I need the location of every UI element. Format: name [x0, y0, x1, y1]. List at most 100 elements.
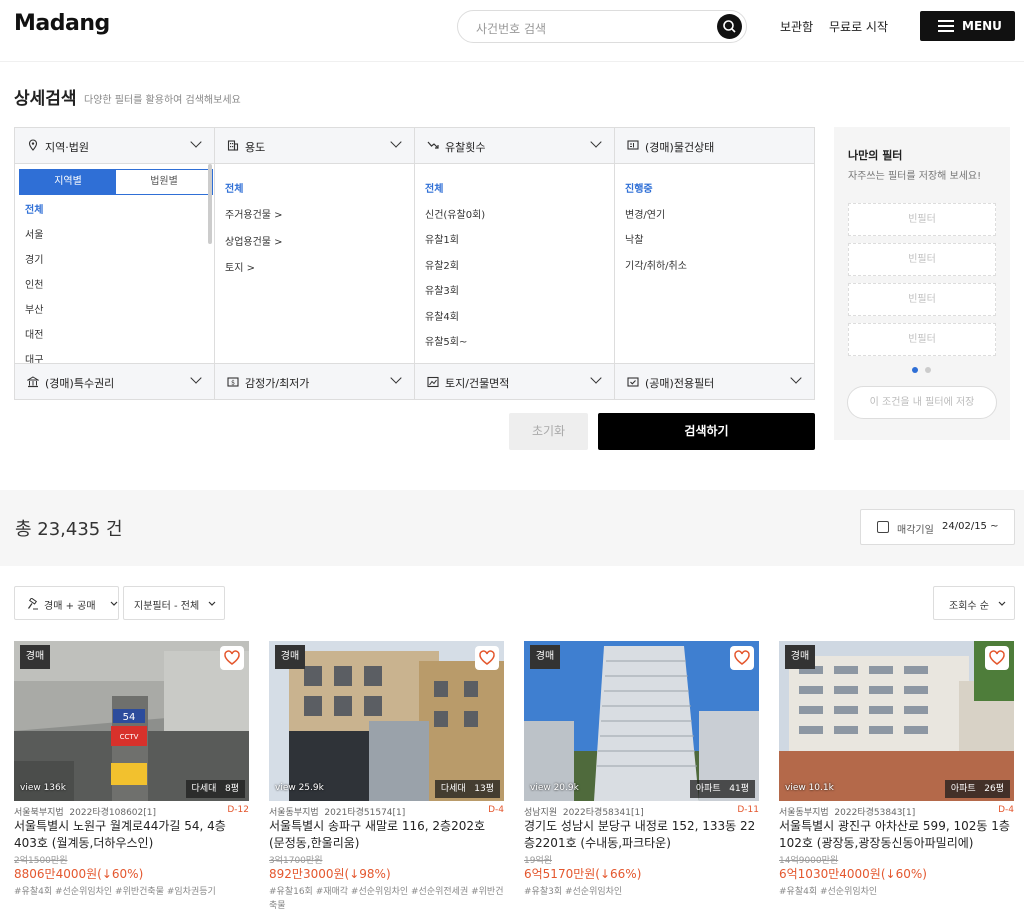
region-item[interactable]: 대전	[25, 326, 43, 341]
region-item[interactable]: 부산	[25, 301, 43, 316]
region-item[interactable]: 인천	[25, 276, 43, 291]
chevron-down-icon	[390, 136, 402, 148]
filter-region-label: 지역·법원	[45, 141, 89, 154]
listing-address[interactable]: 서울특별시 송파구 새말로 116, 2층202호 (문정동,한울리움)	[269, 818, 504, 852]
svg-text:54: 54	[123, 712, 136, 723]
chevron-down-icon	[208, 601, 216, 606]
listing-tags: #유찰3회 #선순위임차인	[524, 887, 623, 897]
status-item[interactable]: 진행중	[625, 180, 653, 195]
share-filter-label: 지분필터 - 전체	[134, 601, 200, 612]
region-tab-toggle[interactable]: 지역별 법원별	[19, 169, 213, 195]
minimum-price: 8806만4000원(↓60%)	[14, 867, 144, 881]
listing-tags: #유찰4회 #선순위임차인 #위반건축물 #임차권등기	[14, 887, 216, 897]
case-search-input[interactable]: 사건번호 검색	[457, 10, 747, 43]
my-filter-slot[interactable]: 빈필터	[848, 203, 996, 236]
favorite-button[interactable]	[985, 646, 1009, 670]
chevron-down-icon	[998, 601, 1006, 606]
heart-icon	[224, 650, 240, 665]
listing-address[interactable]: 서울특별시 광진구 아차산로 599, 102동 1층 102호 (광장동,광장…	[779, 818, 1014, 852]
region-item[interactable]: 전체	[25, 201, 43, 216]
page-subtitle: 다양한 필터를 활용하여 검색해보세요	[84, 95, 241, 106]
results-header: 총 23,435 건 매각기일 24/02/15 ~	[0, 490, 1024, 566]
my-filter-slot[interactable]: 빈필터	[848, 323, 996, 356]
search-submit-button[interactable]: 검색하기	[598, 413, 815, 450]
menu-button[interactable]: MENU	[920, 11, 1015, 41]
pager-dot[interactable]	[925, 367, 931, 373]
nav-storage[interactable]: 보관함	[780, 18, 813, 35]
usage-item[interactable]: 전체	[225, 180, 243, 195]
listing-address[interactable]: 서울특별시 노원구 월계로44가길 54, 4층 403호 (월계동,더하우스인…	[14, 818, 249, 852]
listing-photo[interactable]: 경매 view 10.1k 아파트 26평	[779, 641, 1014, 801]
filter-panel: 지역·법원 용도 유찰횟수 (경매)물건상태 지역별 법원별 전체 서울 경기 …	[14, 127, 815, 400]
region-item[interactable]: 경기	[25, 251, 43, 266]
failed-item[interactable]: 유찰3회	[425, 282, 459, 297]
status-item[interactable]: 변경/연기	[625, 206, 665, 221]
sort-label: 조회수 순	[949, 601, 989, 612]
listing-tags: #유찰4회 #선순위임차인	[779, 887, 878, 897]
check-box-icon	[627, 377, 639, 387]
view-count: view 136k	[20, 783, 66, 793]
tab-by-region[interactable]: 지역별	[20, 170, 116, 194]
usage-item[interactable]: 상업용건물 >	[225, 233, 283, 248]
logo[interactable]: Madang	[14, 11, 110, 36]
failed-column: 전체 신건(유찰0회) 유찰1회 유찰2회 유찰3회 유찰4회 유찰5회~	[415, 164, 615, 363]
listing-address[interactable]: 경기도 성남시 분당구 내정로 152, 133동 22층2201호 (수내동,…	[524, 818, 759, 852]
filter-failed-header[interactable]: 유찰횟수	[415, 128, 615, 164]
search-button[interactable]	[717, 14, 742, 39]
status-item[interactable]: 기각/취하/취소	[625, 257, 687, 272]
court-case: 성남지원 2022타경58341[1]	[524, 808, 644, 818]
auction-date-button[interactable]: 매각기일 24/02/15 ~	[860, 509, 1015, 545]
failed-item[interactable]: 유찰1회	[425, 231, 459, 246]
usage-item[interactable]: 주거용건물 >	[225, 206, 283, 221]
failed-item[interactable]: 유찰2회	[425, 257, 459, 272]
failed-item[interactable]: 유찰5회~	[425, 333, 467, 348]
d-day: D-4	[488, 805, 504, 815]
filter-failed-label: 유찰횟수	[445, 141, 486, 154]
auction-type-label: 경매 + 공매	[44, 601, 96, 612]
filter-region-header[interactable]: 지역·법원	[15, 128, 215, 164]
listing-photo[interactable]: 경매 view 25.9k 다세대 13평	[269, 641, 504, 801]
share-filter-dropdown[interactable]: 지분필터 - 전체	[123, 586, 225, 620]
usage-item[interactable]: 토지 >	[225, 259, 255, 274]
view-count: view 20.9k	[530, 783, 579, 793]
tab-by-court[interactable]: 법원별	[116, 170, 212, 194]
filter-usage-header[interactable]: 용도	[215, 128, 415, 164]
sort-dropdown[interactable]: 조회수 순	[933, 586, 1015, 620]
failed-item[interactable]: 유찰4회	[425, 308, 459, 323]
save-filter-button[interactable]: 이 조건을 내 필터에 저장	[847, 386, 997, 419]
filter-status-header[interactable]: (경매)물건상태	[615, 128, 814, 164]
favorite-button[interactable]	[475, 646, 499, 670]
chevron-down-icon	[790, 372, 802, 384]
filter-public-sale[interactable]: (공매)전용필터	[615, 363, 814, 399]
my-filter-panel: 나만의 필터 자주쓰는 필터를 저장해 보세요! 빈필터 빈필터 빈필터 빈필터…	[834, 127, 1010, 440]
gavel-icon	[28, 598, 38, 610]
filter-appraisal-price[interactable]: $ 감정가/최저가	[215, 363, 415, 399]
auction-type-dropdown[interactable]: 경매 + 공매	[14, 586, 119, 620]
heart-icon	[479, 650, 495, 665]
chevron-down-icon	[590, 136, 602, 148]
favorite-button[interactable]	[730, 646, 754, 670]
my-filter-slot[interactable]: 빈필터	[848, 243, 996, 276]
status-item[interactable]: 낙찰	[625, 231, 643, 246]
nav-free-start[interactable]: 무료로 시작	[829, 18, 888, 35]
auction-date-value: 24/02/15 ~	[942, 521, 999, 532]
appraisal-price-label: 감정가/최저가	[245, 377, 310, 390]
region-scrollbar[interactable]	[208, 164, 212, 244]
filter-special-rights[interactable]: (경매)특수권리	[15, 363, 215, 399]
my-filter-slot[interactable]: 빈필터	[848, 283, 996, 316]
property-kind-badge: 다세대 13평	[434, 780, 500, 798]
reset-button[interactable]: 초기화	[509, 413, 588, 450]
land-area-label: 토지/건물면적	[445, 377, 510, 390]
header-divider	[0, 61, 1024, 62]
failed-item[interactable]: 전체	[425, 180, 443, 195]
listing-photo[interactable]: 경매 view 20.9k 아파트 41평	[524, 641, 759, 801]
filter-land-area[interactable]: 토지/건물면적	[415, 363, 615, 399]
region-item[interactable]: 서울	[25, 226, 43, 241]
favorite-button[interactable]	[220, 646, 244, 670]
failed-item[interactable]: 신건(유찰0회)	[425, 206, 485, 221]
court-case: 서울북부지법 2022타경108602[1]	[14, 808, 156, 818]
pager-dot-active[interactable]	[912, 367, 918, 373]
total-count: 총 23,435 건	[15, 519, 123, 540]
header: Madang 사건번호 검색 보관함 무료로 시작 MENU	[0, 0, 1024, 56]
listing-photo[interactable]: 54 CCTV 경매 view 136k 다세대 8평	[14, 641, 249, 801]
